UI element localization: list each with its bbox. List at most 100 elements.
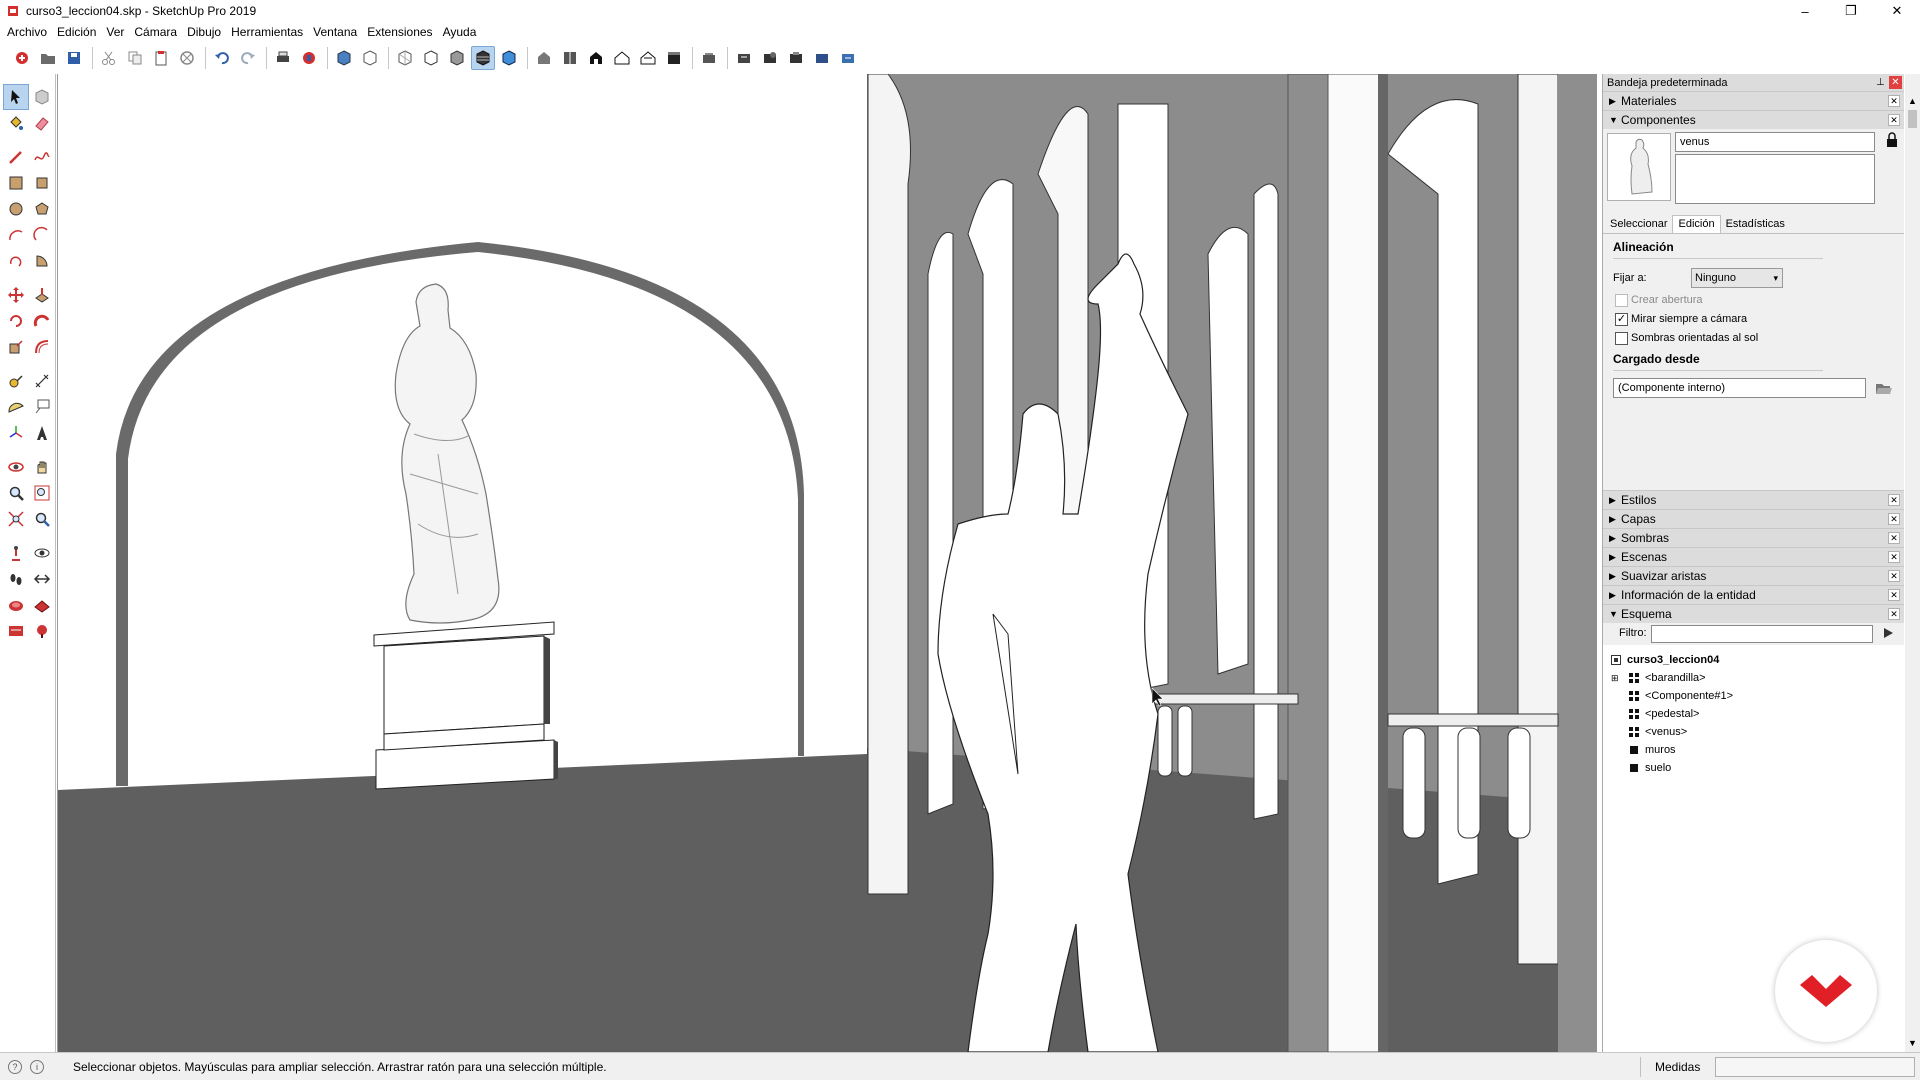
tab-edicion[interactable]: Edición [1672,215,1721,233]
scroll-down-icon[interactable]: ▼ [1905,1038,1920,1048]
text-tool[interactable] [29,394,55,420]
outliner-item-componente1[interactable]: <Componente#1> [1629,687,1733,705]
pan-tool[interactable] [29,454,55,480]
shadows-sun-checkbox[interactable] [1615,332,1628,345]
section-plane-tool[interactable] [29,566,55,592]
panel-styles[interactable]: ▶ Estilos ✕ [1603,490,1904,509]
redo-button[interactable] [236,46,260,70]
cut-opening-checkbox[interactable] [1615,294,1628,307]
circle-tool[interactable] [3,196,29,222]
extension-warehouse-button[interactable] [784,46,808,70]
offset-tool[interactable] [29,334,55,360]
panel-shadows[interactable]: ▶ Sombras ✕ [1603,528,1904,547]
panel-outliner[interactable]: ▼ Esquema ✕ [1603,604,1904,623]
menu-ayuda[interactable]: Ayuda [438,22,482,42]
tab-estadisticas[interactable]: Estadísticas [1721,216,1790,233]
pin-icon[interactable]: ⊥ [1874,76,1887,89]
zoom-extents-tool[interactable] [3,506,29,532]
measurements-input[interactable] [1715,1057,1915,1077]
outliner-item-pedestal[interactable]: <pedestal> [1629,705,1699,723]
menu-edicion[interactable]: Edición [52,22,101,42]
outliner-item-venus[interactable]: <venus> [1629,723,1687,741]
panel-close-icon[interactable]: ✕ [1888,589,1900,601]
view-top-button[interactable] [358,46,382,70]
tray-close-icon[interactable]: ✕ [1889,76,1902,89]
orbit-tool[interactable] [3,454,29,480]
menu-dibujo[interactable]: Dibujo [182,22,226,42]
menu-camara[interactable]: Cámara [129,22,182,42]
component-description-field[interactable] [1675,154,1875,204]
panel-entity-info[interactable]: ▶ Información de la entidad ✕ [1603,585,1904,604]
panel-materials[interactable]: ▶ Materiales ✕ [1603,91,1904,110]
3d-viewport[interactable] [57,74,1597,1052]
panel-scenes[interactable]: ▶ Escenas ✕ [1603,547,1904,566]
print-button[interactable] [271,46,295,70]
three-point-arc-tool[interactable] [3,248,29,274]
menu-herramientas[interactable]: Herramientas [226,22,308,42]
minimize-button[interactable]: – [1782,0,1828,22]
component-name-field[interactable]: venus [1675,132,1875,152]
outliner-item-suelo[interactable]: suelo [1629,759,1671,777]
panel-close-icon[interactable]: ✕ [1888,513,1900,525]
panel-close-icon[interactable]: ✕ [1888,551,1900,563]
lock-icon[interactable] [1885,132,1899,148]
face-camera-checkbox[interactable]: ✓ [1615,313,1628,326]
arc-tool[interactable] [3,222,29,248]
tray-scrollbar[interactable]: ▲ ▼ [1905,74,1920,1052]
line-tool[interactable] [3,144,29,170]
view-front-button[interactable] [584,46,608,70]
freehand-tool[interactable] [29,144,55,170]
glue-to-select[interactable]: Ninguno ▾ [1691,268,1783,288]
warehouse-button[interactable] [697,46,721,70]
view-iso2-button[interactable] [532,46,556,70]
select-tool[interactable] [3,84,29,110]
sandbox-from-contours-tool[interactable] [3,592,29,618]
folder-open-icon[interactable] [1875,380,1893,396]
restore-button[interactable]: ❐ [1828,0,1874,22]
panel-close-icon[interactable]: ✕ [1888,570,1900,582]
panel-close-icon[interactable]: ✕ [1888,95,1900,107]
hidden-line-button[interactable] [445,46,469,70]
close-button[interactable]: ✕ [1874,0,1920,22]
trimble-connect-button[interactable] [810,46,834,70]
3d-text-tool[interactable] [29,420,55,446]
view-back-button[interactable] [636,46,660,70]
cut-button[interactable] [97,46,121,70]
wireframe-button[interactable] [419,46,443,70]
tape-measure-tool[interactable] [3,368,29,394]
menu-ventana[interactable]: Ventana [308,22,362,42]
two-point-arc-tool[interactable] [29,222,55,248]
menu-archivo[interactable]: Archivo [2,22,52,42]
outliner-root[interactable]: curso3_leccion04 [1611,651,1719,669]
share-model-button[interactable] [732,46,756,70]
sandbox-from-scratch-tool[interactable] [29,592,55,618]
scroll-thumb[interactable] [1908,110,1917,128]
follow-me-tool[interactable] [29,308,55,334]
new-file-button[interactable] [10,46,34,70]
info-icon[interactable]: i [30,1059,44,1074]
panel-soften-edges[interactable]: ▶ Suavizar aristas ✕ [1603,566,1904,585]
axes-tool[interactable] [3,420,29,446]
panel-layers[interactable]: ▶ Capas ✕ [1603,509,1904,528]
eraser-tool[interactable] [29,110,55,136]
rectangle-tool[interactable] [3,170,29,196]
zoom-window-tool[interactable] [29,480,55,506]
shaded-textures-button[interactable] [497,46,521,70]
filter-input[interactable] [1651,625,1873,643]
view-top2-button[interactable] [558,46,582,70]
scroll-up-icon[interactable]: ▲ [1905,96,1920,106]
menu-ver[interactable]: Ver [101,22,129,42]
view-left-button[interactable] [662,46,686,70]
zoom-tool[interactable] [3,480,29,506]
polygon-tool[interactable] [29,196,55,222]
move-tool[interactable] [3,282,29,308]
save-button[interactable] [62,46,86,70]
walk-tool[interactable] [3,566,29,592]
protractor-tool[interactable] [3,394,29,420]
outliner-options-icon[interactable] [1881,626,1895,640]
undo-button[interactable] [210,46,234,70]
stamp-tool[interactable] [29,618,55,644]
erase-button[interactable] [175,46,199,70]
push-pull-tool[interactable] [29,282,55,308]
paint-bucket-tool[interactable] [3,110,29,136]
